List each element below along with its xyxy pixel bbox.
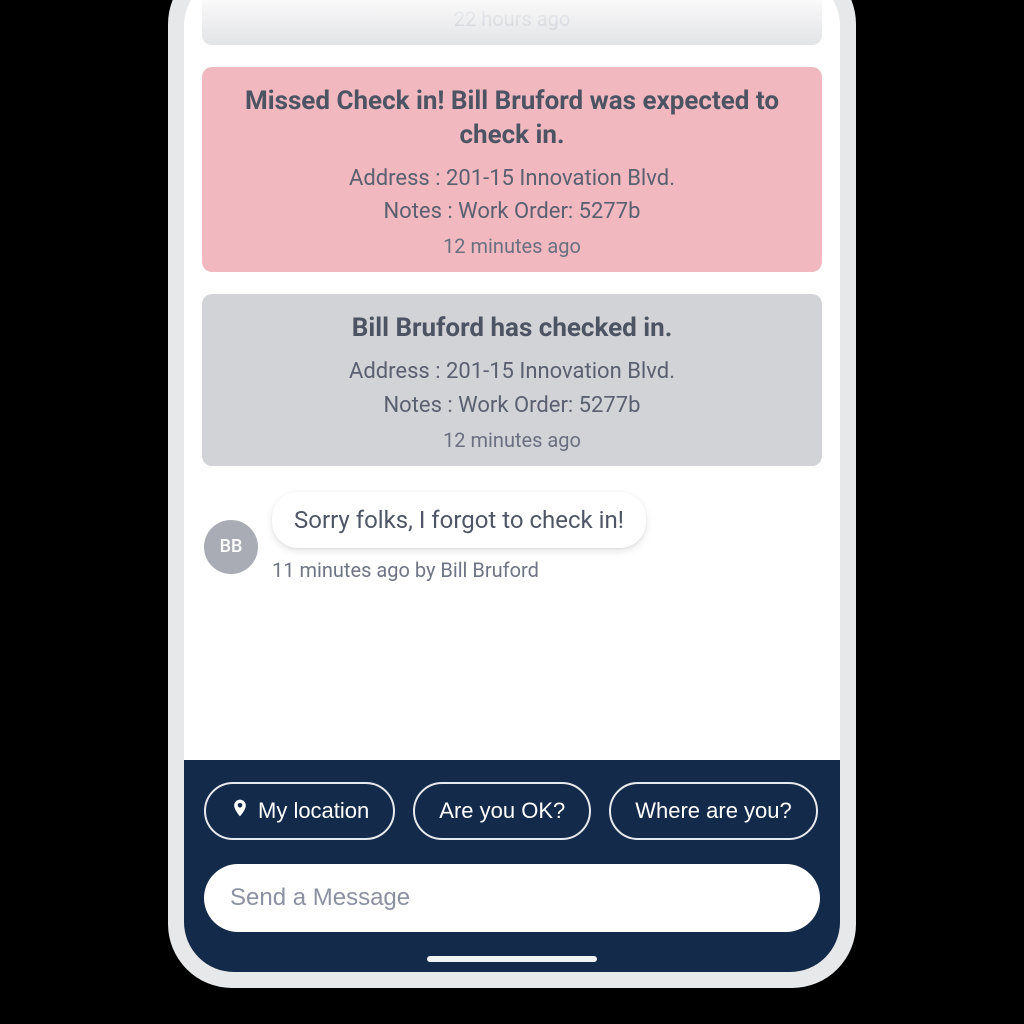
screen: Notes : Work order: 1725 22 hours ago Mi… [184, 0, 840, 972]
message-input[interactable] [204, 864, 820, 932]
status-card-missed-checkin: Missed Check in! Bill Bruford was expect… [202, 67, 822, 272]
card-notes: Notes : Work Order: 5277b [228, 196, 796, 228]
card-timestamp: 12 minutes ago [228, 234, 796, 258]
chat-message-meta: 11 minutes ago by Bill Bruford [272, 558, 820, 582]
quick-reply-where-are-you[interactable]: Where are you? [609, 782, 818, 840]
card-notes: Notes : Work Order: 5277b [228, 390, 796, 422]
card-notes: Notes : Work order: 1725 [228, 0, 796, 5]
chat-bubble: Sorry folks, I forgot to check in! [272, 492, 646, 548]
activity-feed: Notes : Work order: 1725 22 hours ago Mi… [184, 0, 840, 760]
composer-bar: My location Are you OK? Where are you? [184, 760, 840, 972]
card-timestamp: 22 hours ago [228, 7, 796, 31]
chat-message-row: BB Sorry folks, I forgot to check in! 11… [202, 492, 822, 588]
chip-label: My location [258, 798, 369, 824]
phone-frame: Notes : Work order: 1725 22 hours ago Mi… [168, 0, 856, 988]
status-card-faded: Notes : Work order: 1725 22 hours ago [202, 0, 822, 45]
location-pin-icon [230, 796, 250, 826]
card-timestamp: 12 minutes ago [228, 428, 796, 452]
home-indicator [427, 956, 597, 962]
avatar: BB [204, 520, 258, 574]
card-address: Address : 201-15 Innovation Blvd. [228, 163, 796, 195]
card-title: Missed Check in! Bill Bruford was expect… [228, 85, 796, 153]
quick-reply-my-location[interactable]: My location [204, 782, 395, 840]
chip-label: Are you OK? [439, 798, 565, 824]
status-card-checked-in: Bill Bruford has checked in. Address : 2… [202, 294, 822, 466]
card-address: Address : 201-15 Innovation Blvd. [228, 356, 796, 388]
card-title: Bill Bruford has checked in. [228, 312, 796, 346]
chip-label: Where are you? [635, 798, 792, 824]
quick-reply-are-you-ok[interactable]: Are you OK? [413, 782, 591, 840]
quick-reply-row: My location Are you OK? Where are you? [184, 782, 840, 840]
